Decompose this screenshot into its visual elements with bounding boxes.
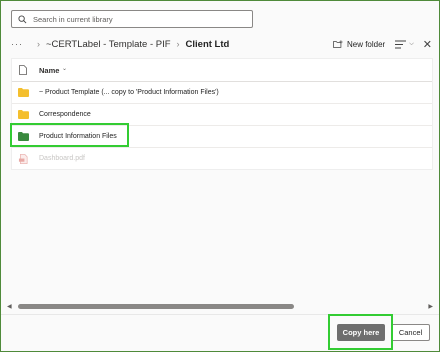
cancel-button[interactable]: Cancel xyxy=(391,324,430,341)
search-box[interactable] xyxy=(11,10,253,28)
list-item: Dashboard.pdf xyxy=(12,148,432,170)
list-item-label: Dashboard.pdf xyxy=(39,155,85,162)
scrollbar-thumb[interactable] xyxy=(18,304,294,309)
column-header-name[interactable]: Name xyxy=(39,66,59,75)
file-list: Name ⌄ ~ Product Template (... copy to '… xyxy=(11,58,433,170)
scroll-left-icon[interactable]: ◀ xyxy=(7,303,12,310)
list-header: Name ⌄ xyxy=(12,59,432,82)
list-item[interactable]: Product Information Files xyxy=(12,126,432,148)
list-item-label: Product Information Files xyxy=(39,133,117,140)
breadcrumb-current: Client Ltd xyxy=(185,38,230,50)
folder-icon xyxy=(18,110,29,119)
file-type-icon xyxy=(19,65,27,75)
dialog xyxy=(1,1,439,351)
pdf-file-icon xyxy=(18,154,28,164)
chevron-down-icon[interactable]: ⌄ xyxy=(62,65,67,72)
view-options-button[interactable]: ⌵ xyxy=(395,40,414,49)
list-item-label: Correspondence xyxy=(39,111,91,118)
copy-here-button[interactable]: Copy here xyxy=(337,324,385,341)
folder-icon xyxy=(18,132,29,141)
breadcrumb-item[interactable]: ~CERTLabel - Template - PIF xyxy=(46,39,171,50)
chevron-right-icon: › xyxy=(176,39,180,49)
footer-divider xyxy=(1,314,439,315)
breadcrumb: ··· › ~CERTLabel - Template - PIF › Clie… xyxy=(11,36,229,52)
chevron-right-icon: › xyxy=(37,39,40,49)
close-icon[interactable]: ✕ xyxy=(423,38,432,51)
list-item[interactable]: ~ Product Template (... copy to 'Product… xyxy=(12,82,432,104)
new-folder-button[interactable]: New folder xyxy=(333,40,385,49)
search-input[interactable] xyxy=(33,14,243,24)
breadcrumb-more-button[interactable]: ··· xyxy=(11,39,23,49)
toolbar: New folder ⌵ ✕ xyxy=(333,36,432,52)
horizontal-scrollbar[interactable]: ◀ ▶ xyxy=(5,302,435,311)
list-item[interactable]: Correspondence xyxy=(12,104,432,126)
folder-icon xyxy=(18,88,29,97)
search-icon xyxy=(18,14,27,23)
list-view-icon xyxy=(395,40,407,48)
scroll-right-icon[interactable]: ▶ xyxy=(428,303,433,310)
list-item-label: ~ Product Template (... copy to 'Product… xyxy=(39,89,219,96)
chevron-down-icon: ⌵ xyxy=(409,40,414,47)
new-folder-label: New folder xyxy=(346,39,386,49)
new-folder-icon xyxy=(333,39,343,48)
